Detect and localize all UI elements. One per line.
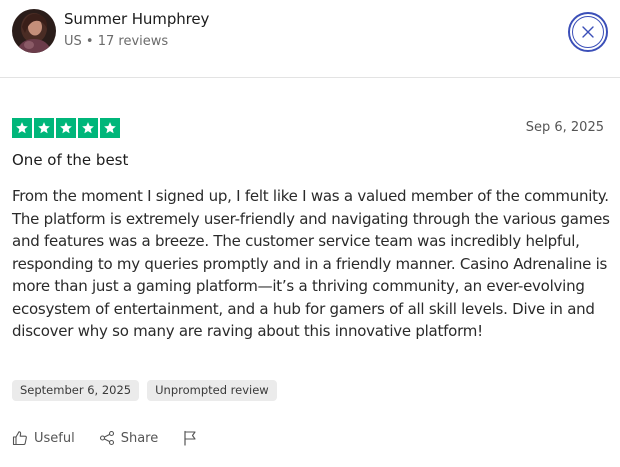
user-avatar-icon xyxy=(12,9,56,53)
thumbs-up-icon xyxy=(12,431,27,446)
reviewer-country: US xyxy=(64,34,82,49)
star-icon xyxy=(100,118,120,138)
reviewer-meta: US • 17 reviews xyxy=(64,34,168,49)
close-button-inner-ring xyxy=(572,16,604,48)
share-icon xyxy=(99,430,114,446)
review-date: Sep 6, 2025 xyxy=(525,120,604,135)
close-icon xyxy=(582,26,594,38)
useful-button[interactable]: Useful xyxy=(12,430,75,446)
reviewer-header: Summer Humphrey US • 17 reviews xyxy=(0,0,620,78)
star-rating xyxy=(12,118,120,138)
star-icon xyxy=(78,118,98,138)
flag-icon xyxy=(184,430,196,446)
useful-label: Useful xyxy=(34,430,75,446)
review-actions: Useful Share xyxy=(12,430,222,446)
share-button[interactable]: Share xyxy=(99,430,159,446)
star-icon xyxy=(34,118,54,138)
date-tag: September 6, 2025 xyxy=(12,380,140,401)
unprompted-review-tag: Unprompted review xyxy=(147,380,277,401)
meta-separator: • xyxy=(85,34,94,49)
star-icon xyxy=(56,118,76,138)
review-body: From the moment I signed up, I felt like… xyxy=(12,187,610,340)
reviewer-avatar[interactable] xyxy=(12,9,56,53)
reviewer-name[interactable]: Summer Humphrey xyxy=(64,10,209,28)
review-title: One of the best xyxy=(12,151,129,169)
review-tags: September 6, 2025 Unprompted review xyxy=(12,380,277,401)
close-button[interactable] xyxy=(568,12,608,52)
share-label: Share xyxy=(120,430,159,446)
flag-button[interactable] xyxy=(182,430,198,446)
star-icon xyxy=(12,118,32,138)
reviewer-review-count: 17 reviews xyxy=(97,34,169,49)
